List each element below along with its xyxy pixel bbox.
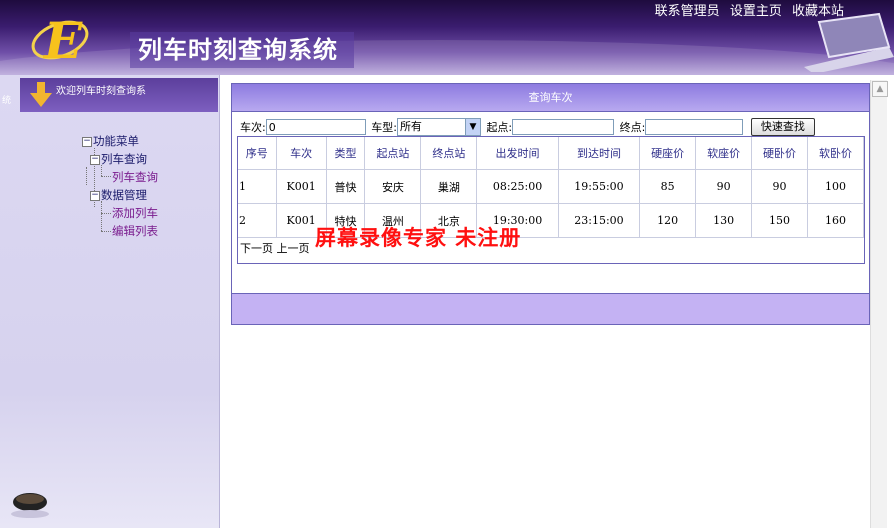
table-cell: 安庆 bbox=[364, 169, 422, 204]
col-header: 软座价 bbox=[695, 137, 753, 170]
table-cell: K001 bbox=[276, 169, 327, 204]
collapse-icon[interactable]: − bbox=[90, 154, 100, 165]
train-number-label: 车次: bbox=[240, 121, 266, 134]
sidebar: 统 欢迎列车时刻查询系 − 功能菜单 − 列车查询 列车查询 − 数据管理 添加列车 … bbox=[0, 75, 220, 528]
panel-title: 查询车次 bbox=[232, 84, 869, 112]
tree-connector bbox=[101, 231, 111, 232]
origin-input[interactable] bbox=[512, 119, 615, 135]
next-page-link[interactable]: 下一页 bbox=[240, 242, 273, 255]
table-cell: 23:15:00 bbox=[558, 203, 641, 238]
origin-label: 起点: bbox=[486, 121, 513, 134]
menu-root[interactable]: − 功能菜单 bbox=[82, 133, 139, 149]
tree-connector bbox=[101, 213, 111, 214]
collapse-icon[interactable]: − bbox=[90, 190, 100, 201]
train-type-label: 车型: bbox=[371, 121, 397, 134]
table-cell: 90 bbox=[695, 169, 753, 204]
logo-e-icon: E bbox=[31, 11, 89, 68]
collapse-icon[interactable]: − bbox=[82, 136, 92, 147]
table-cell: 100 bbox=[807, 169, 864, 204]
sidebar-item-train-query[interactable]: 列车查询 bbox=[112, 169, 158, 185]
set-homepage-link[interactable]: 设置主页 bbox=[730, 4, 782, 19]
train-type-select[interactable]: 所有 ▼ bbox=[396, 118, 481, 136]
table-cell: 120 bbox=[639, 203, 697, 238]
table-cell: 2 bbox=[238, 203, 277, 238]
coffee-cup-icon bbox=[11, 493, 49, 518]
sidebar-edge-label: 统 bbox=[2, 96, 12, 106]
site-title: 列车时刻查询系统 bbox=[130, 32, 354, 68]
col-header: 终点站 bbox=[420, 137, 478, 170]
contact-admin-link[interactable]: 联系管理员 bbox=[655, 4, 720, 19]
table-cell: 19:55:00 bbox=[558, 169, 641, 204]
table-row: 1 K001 普快 安庆 巢湖 08:25:00 19:55:00 85 90 … bbox=[238, 169, 864, 204]
scroll-up-arrow-icon[interactable]: ▲ bbox=[872, 81, 888, 97]
panel-footer bbox=[232, 293, 869, 324]
prev-page-link[interactable]: 上一页 bbox=[277, 242, 310, 255]
search-row: 车次: 车型:所有 ▼ 起点: 终点: 快速查找 bbox=[240, 118, 815, 136]
query-panel: 查询车次 车次: 车型:所有 ▼ 起点: 终点: 快速查找 序号 车次 类型 起点… bbox=[231, 83, 870, 325]
table-header-row: 序号 车次 类型 起点站 终点站 出发时间 到达时间 硬座价 软座价 硬卧价 软… bbox=[238, 137, 864, 170]
welcome-bar: 欢迎列车时刻查询系 bbox=[20, 78, 218, 112]
table-cell: 85 bbox=[639, 169, 697, 204]
arrow-down-icon bbox=[30, 82, 52, 107]
col-header: 硬座价 bbox=[639, 137, 697, 170]
col-header: 起点站 bbox=[364, 137, 422, 170]
tree-connector bbox=[86, 167, 87, 185]
welcome-text: 欢迎列车时刻查询系 bbox=[56, 86, 146, 97]
col-header: 类型 bbox=[326, 137, 366, 170]
pager: 下一页 上一页 bbox=[240, 240, 310, 256]
sidebar-group-data-management[interactable]: − 数据管理 bbox=[90, 187, 147, 203]
col-header: 出发时间 bbox=[476, 137, 559, 170]
table-cell: 160 bbox=[807, 203, 864, 238]
col-header: 到达时间 bbox=[558, 137, 641, 170]
sidebar-item-add-train[interactable]: 添加列车 bbox=[112, 205, 158, 221]
destination-label: 终点: bbox=[619, 121, 646, 134]
table-cell: 130 bbox=[695, 203, 753, 238]
svg-text:E: E bbox=[42, 11, 83, 68]
laptop-icon bbox=[804, 12, 894, 72]
table-cell: 1 bbox=[238, 169, 277, 204]
header-banner: E 列车时刻查询系统 联系管理员 设置主页 收藏本站 bbox=[0, 0, 894, 75]
col-header: 车次 bbox=[276, 137, 327, 170]
table-cell: 08:25:00 bbox=[476, 169, 559, 204]
destination-input[interactable] bbox=[645, 119, 744, 135]
col-header: 序号 bbox=[238, 137, 277, 170]
table-cell: 90 bbox=[751, 169, 808, 204]
vertical-scrollbar[interactable]: ▲ bbox=[870, 80, 888, 528]
sidebar-item-edit-list[interactable]: 编辑列表 bbox=[112, 223, 158, 239]
col-header: 软卧价 bbox=[807, 137, 864, 170]
watermark-text: 屏幕录像专家 未注册 bbox=[315, 225, 522, 250]
tree-connector bbox=[101, 201, 102, 231]
chevron-down-icon[interactable]: ▼ bbox=[464, 119, 480, 135]
table-cell: 普快 bbox=[326, 169, 366, 204]
tree-connector bbox=[101, 176, 111, 177]
table-cell: 150 bbox=[751, 203, 808, 238]
col-header: 硬卧价 bbox=[751, 137, 808, 170]
quick-search-button[interactable]: 快速查找 bbox=[750, 118, 815, 136]
train-number-input[interactable] bbox=[265, 119, 366, 135]
train-type-value: 所有 bbox=[399, 120, 422, 133]
table-cell: 巢湖 bbox=[420, 169, 478, 204]
sidebar-group-train-query[interactable]: − 列车查询 bbox=[90, 151, 147, 167]
